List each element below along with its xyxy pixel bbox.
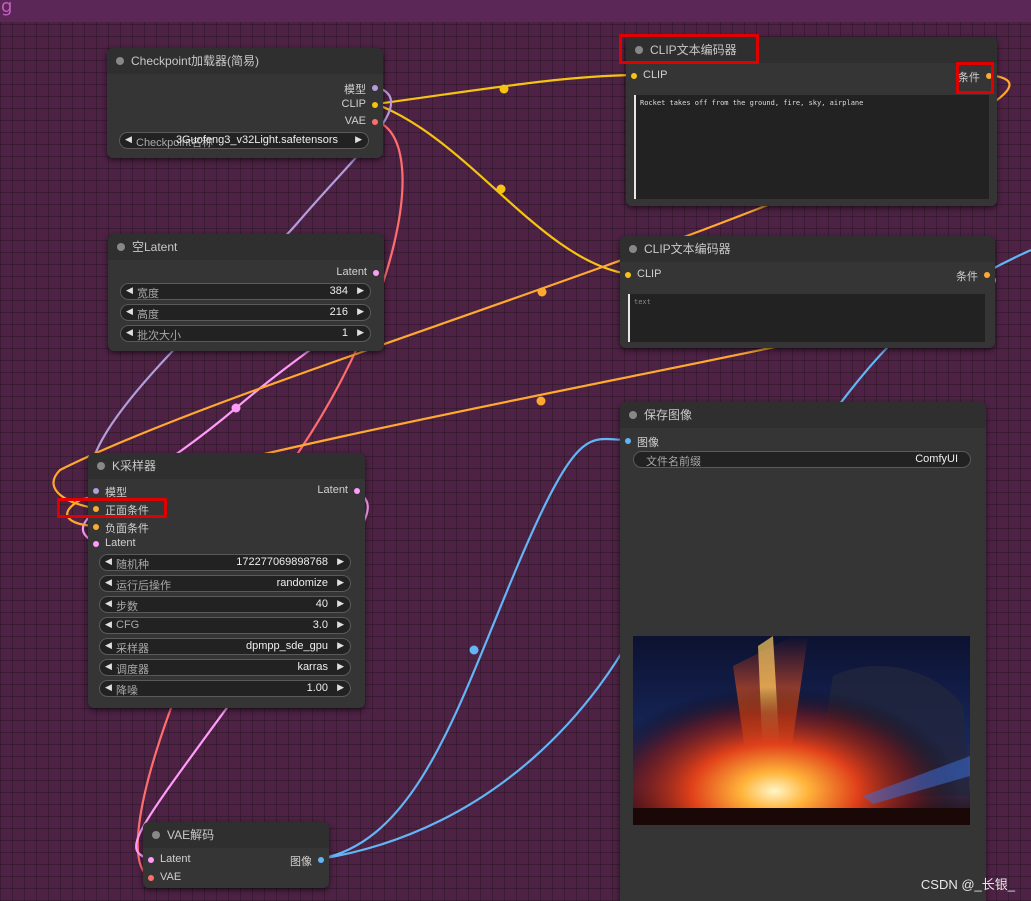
arrow-left-icon[interactable]: ◀ [105, 619, 112, 630]
arrow-right-icon[interactable]: ▶ [357, 327, 364, 338]
checkpoint-loader-node[interactable]: Checkpoint加载器(简易) 模型 CLIP VAE ◀ Checkpoi… [107, 48, 383, 158]
prompt-textarea[interactable]: Rocket takes off from the ground, fire, … [634, 95, 989, 199]
denoise-widget[interactable]: ◀ 降噪 1.00 ▶ [99, 680, 351, 697]
slot-dot-icon[interactable] [318, 857, 324, 863]
arrow-left-icon[interactable]: ◀ [126, 306, 133, 317]
width-widget[interactable]: ◀ 宽度 384 ▶ [120, 283, 371, 300]
wire-image-2 [319, 619, 641, 861]
preview-image[interactable] [633, 636, 970, 825]
negative-prompt-textarea[interactable]: text [628, 294, 985, 342]
arrow-right-icon[interactable]: ▶ [337, 682, 344, 693]
batch-size-widget[interactable]: ◀ 批次大小 1 ▶ [120, 325, 371, 342]
slot-dot-icon[interactable] [984, 272, 990, 278]
arrow-left-icon[interactable]: ◀ [105, 640, 112, 651]
arrow-left-icon[interactable]: ◀ [105, 682, 112, 693]
input-clip[interactable]: CLIP [631, 69, 667, 81]
wire-clip-positive [375, 73, 635, 106]
save-image-node[interactable]: 保存图像 图像 文件名前缀 ComfyUI [620, 402, 986, 901]
arrow-right-icon[interactable]: ▶ [337, 640, 344, 651]
input-latent[interactable]: Latent [148, 853, 191, 865]
slot-dot-icon[interactable] [354, 488, 360, 494]
arrow-right-icon[interactable]: ▶ [337, 598, 344, 609]
rocket-launch-image [633, 636, 970, 825]
collapse-dot-icon[interactable] [117, 243, 125, 251]
watermark: CSDN @_长银_ [920, 877, 1015, 892]
slot-dot-icon[interactable] [93, 488, 99, 494]
highlight-clip-title [619, 34, 759, 64]
slot-dot-icon[interactable] [372, 85, 378, 91]
slot-dot-icon[interactable] [372, 119, 378, 125]
vae-decode-node[interactable]: VAE解码 Latent VAE 图像 [143, 822, 329, 888]
arrow-left-icon[interactable]: ◀ [126, 327, 133, 338]
input-negative[interactable]: 负面条件 [93, 520, 149, 536]
arrow-right-icon[interactable]: ▶ [357, 306, 364, 317]
output-model[interactable]: 模型 [344, 81, 378, 97]
arrow-left-icon[interactable]: ◀ [105, 598, 112, 609]
steps-widget[interactable]: ◀ 步数 40 ▶ [99, 596, 351, 613]
input-clip[interactable]: CLIP [625, 268, 661, 280]
arrow-right-icon[interactable]: ▶ [337, 661, 344, 672]
arrow-right-icon[interactable]: ▶ [337, 556, 344, 567]
slot-dot-icon[interactable] [625, 272, 631, 278]
collapse-dot-icon[interactable] [629, 411, 637, 419]
app-logo: g [1, 0, 13, 17]
collapse-dot-icon[interactable] [97, 462, 105, 470]
slot-dot-icon[interactable] [625, 438, 631, 444]
arrow-left-icon[interactable]: ◀ [105, 577, 112, 588]
node-title[interactable]: K采样器 [88, 453, 365, 479]
node-title[interactable]: VAE解码 [143, 822, 329, 848]
slot-dot-icon[interactable] [631, 73, 637, 79]
arrow-left-icon[interactable]: ◀ [126, 285, 133, 296]
output-conditioning[interactable]: 条件 [956, 268, 990, 284]
input-latent[interactable]: Latent [93, 537, 136, 549]
arrow-left-icon[interactable]: ◀ [105, 661, 112, 672]
scheduler-widget[interactable]: ◀ 调度器 karras ▶ [99, 659, 351, 676]
output-latent[interactable]: Latent [317, 484, 360, 496]
height-widget[interactable]: ◀ 高度 216 ▶ [120, 304, 371, 321]
collapse-dot-icon[interactable] [152, 831, 160, 839]
collapse-dot-icon[interactable] [116, 57, 124, 65]
arrow-right-icon[interactable]: ▶ [355, 134, 362, 145]
ksampler-node[interactable]: K采样器 模型 正面条件 负面条件 Latent Latent ◀ 随机种 17… [88, 453, 365, 708]
ckpt-name-combo[interactable]: ◀ Checkpoint名称 3Guofeng3_v32Light.safete… [119, 132, 369, 149]
output-latent[interactable]: Latent [336, 266, 379, 278]
clip-encoder-negative-node[interactable]: CLIP文本编码器 CLIP 条件 text [620, 236, 995, 348]
wire-clip-negative [375, 102, 629, 276]
slot-dot-icon[interactable] [373, 270, 379, 276]
node-title[interactable]: Checkpoint加载器(简易) [107, 48, 383, 74]
slot-dot-icon[interactable] [148, 875, 154, 881]
top-bar: g [0, 0, 1031, 22]
empty-latent-node[interactable]: 空Latent Latent ◀ 宽度 384 ▶ ◀ 高度 216 ▶ ◀ 批… [108, 234, 384, 351]
filename-prefix-widget[interactable]: 文件名前缀 ComfyUI [633, 451, 971, 468]
seed-widget[interactable]: ◀ 随机种 172277069898768 ▶ [99, 554, 351, 571]
cfg-widget[interactable]: ◀ CFG 3.0 ▶ [99, 617, 351, 634]
highlight-conditioning-output [956, 62, 994, 94]
sampler-widget[interactable]: ◀ 采样器 dpmpp_sde_gpu ▶ [99, 638, 351, 655]
slot-dot-icon[interactable] [93, 524, 99, 530]
input-image[interactable]: 图像 [625, 434, 659, 450]
node-title[interactable]: 保存图像 [620, 402, 986, 428]
arrow-left-icon[interactable]: ◀ [125, 134, 132, 145]
output-image[interactable]: 图像 [290, 853, 324, 869]
arrow-right-icon[interactable]: ▶ [337, 619, 344, 630]
collapse-dot-icon[interactable] [629, 245, 637, 253]
slot-dot-icon[interactable] [93, 541, 99, 547]
arrow-left-icon[interactable]: ◀ [105, 556, 112, 567]
highlight-positive-input [57, 498, 167, 518]
arrow-right-icon[interactable]: ▶ [357, 285, 364, 296]
node-title[interactable]: 空Latent [108, 234, 384, 260]
node-title[interactable]: CLIP文本编码器 [620, 236, 995, 262]
wire-image [319, 437, 629, 861]
arrow-right-icon[interactable]: ▶ [337, 577, 344, 588]
slot-dot-icon[interactable] [148, 857, 154, 863]
slot-dot-icon[interactable] [372, 102, 378, 108]
input-vae[interactable]: VAE [148, 871, 181, 883]
output-vae[interactable]: VAE [345, 115, 378, 127]
output-clip[interactable]: CLIP [342, 98, 378, 110]
control-after-generate-widget[interactable]: ◀ 运行后操作 randomize ▶ [99, 575, 351, 592]
